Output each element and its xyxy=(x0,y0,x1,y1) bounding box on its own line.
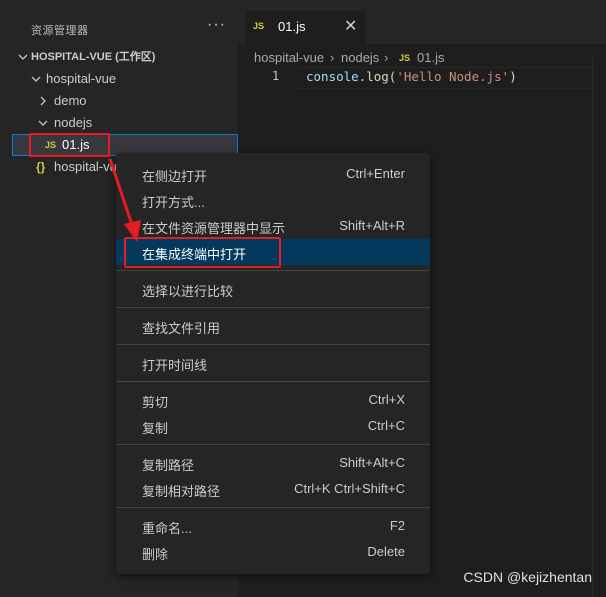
watermark: CSDN @kejizhentan xyxy=(463,569,592,585)
annotation-arrow-icon xyxy=(108,158,141,242)
